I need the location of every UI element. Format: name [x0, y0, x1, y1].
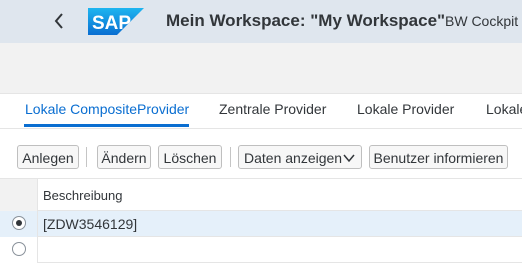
back-button[interactable] — [48, 9, 72, 33]
row-description: [ZDW3546129] — [43, 216, 138, 232]
tab-bar: Lokale CompositeProvider Zentrale Provid… — [0, 94, 522, 129]
chevron-down-icon — [343, 154, 355, 163]
table-header: Beschreibung — [0, 178, 522, 212]
select-all-cell — [0, 179, 38, 212]
shell-bar: SAP Mein Workspace: "My Workspace" BW Co… — [0, 0, 522, 43]
radio-button[interactable] — [12, 242, 26, 256]
create-button[interactable]: Anlegen — [17, 145, 79, 169]
radio-button[interactable] — [12, 216, 26, 230]
row-selector[interactable] — [0, 237, 38, 263]
inform-users-button[interactable]: Benutzer informieren — [369, 145, 508, 169]
delete-button[interactable]: Löschen — [158, 145, 222, 169]
table-row[interactable] — [0, 237, 522, 263]
toolbar-separator — [86, 147, 87, 167]
display-data-label: Daten anzeigen — [244, 150, 343, 166]
logo-text: SAP — [92, 13, 131, 34]
header-area — [0, 43, 522, 94]
tab-lokale-more[interactable]: Lokale — [486, 101, 522, 117]
column-header-beschreibung[interactable]: Beschreibung — [43, 188, 123, 203]
table-row[interactable]: [ZDW3546129] — [0, 211, 522, 237]
active-tab-indicator — [24, 124, 189, 127]
chevron-left-icon — [54, 13, 63, 29]
page-title: Mein Workspace: "My Workspace" — [166, 11, 446, 30]
sap-logo[interactable]: SAP — [88, 8, 144, 40]
provider-table: Beschreibung [ZDW3546129] — [0, 178, 522, 263]
display-data-button[interactable]: Daten anzeigen — [238, 145, 362, 169]
toolbar-separator — [230, 147, 231, 167]
tab-zentrale-provider[interactable]: Zentrale Provider — [219, 101, 326, 117]
tab-lokale-compositeprovider[interactable]: Lokale CompositeProvider — [25, 101, 189, 117]
app-subtitle: BW Cockpit — [445, 13, 519, 29]
toolbar: Anlegen Ändern Löschen Daten anzeigen Be… — [0, 138, 522, 178]
tab-lokale-provider[interactable]: Lokale Provider — [357, 101, 454, 117]
row-selector[interactable] — [0, 211, 38, 237]
change-button[interactable]: Ändern — [97, 145, 151, 169]
